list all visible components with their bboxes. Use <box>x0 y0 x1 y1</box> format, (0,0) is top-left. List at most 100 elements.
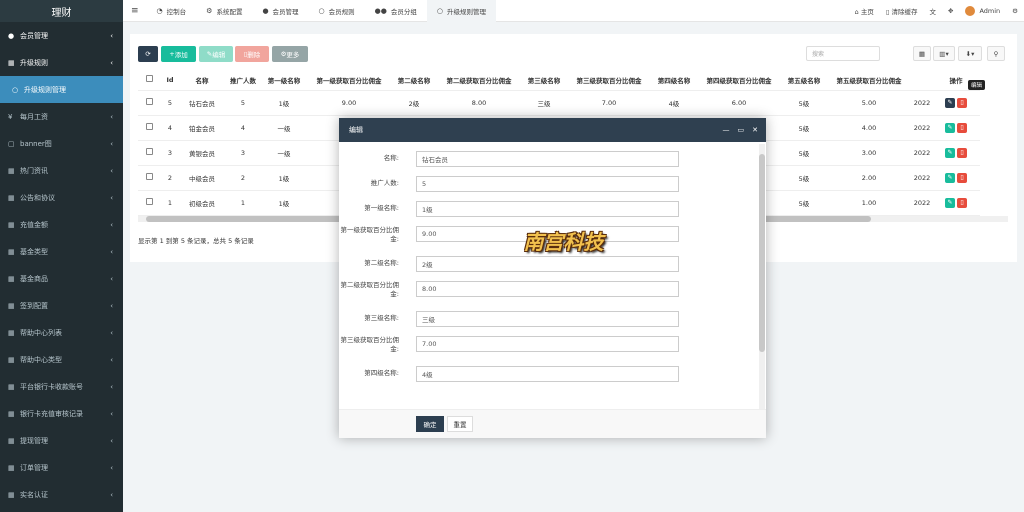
sidebar-item-17[interactable]: ▦ 实名认证 ‹ <box>0 481 123 508</box>
modal-scrollbar-thumb[interactable] <box>759 154 765 352</box>
clear-cache-button[interactable]: ▯ 清除缓存 <box>886 6 918 16</box>
sidebar-item-9[interactable]: ▦ 基金商品 ‹ <box>0 265 123 292</box>
minimize-icon[interactable]: — <box>723 126 730 134</box>
edit-button[interactable]: ✎ 编辑 <box>199 46 233 62</box>
search-input[interactable]: 搜索 <box>806 46 880 61</box>
select-all-checkbox-cell[interactable] <box>138 70 160 91</box>
tab-3[interactable]: ○ 会员规则 <box>309 0 365 22</box>
row-checkbox-cell[interactable] <box>138 165 160 191</box>
advanced-search-button[interactable]: ⚲ <box>987 46 1005 61</box>
reset-button[interactable]: 重置 <box>447 416 473 432</box>
sidebar-item-12[interactable]: ▦ 帮助中心类型 ‹ <box>0 346 123 373</box>
tab-2[interactable]: ● 会员管理 <box>252 0 308 22</box>
field-input[interactable]: 8.00 <box>416 281 679 297</box>
column-header[interactable]: 第四级名称 <box>652 70 696 91</box>
chevron-left-icon: ‹ <box>110 58 113 67</box>
sidebar-item-8[interactable]: ▦ 基金类型 ‹ <box>0 238 123 265</box>
sidebar-item-label: 实名认证 <box>20 490 48 499</box>
row-checkbox[interactable] <box>145 148 153 155</box>
sidebar-item-0[interactable]: ● 会员管理 ‹ <box>0 22 123 49</box>
table-cell: 5.00 <box>826 90 912 116</box>
circle-icon: ○ <box>436 6 443 15</box>
row-checkbox-cell[interactable] <box>138 90 160 116</box>
columns-dropdown-button[interactable]: ▥▾ <box>933 46 955 61</box>
column-header[interactable]: 第一级名称 <box>262 70 306 91</box>
row-checkbox-cell[interactable] <box>138 190 160 216</box>
table-cell: 一级 <box>262 140 306 166</box>
column-header[interactable]: 第五级名称 <box>782 70 826 91</box>
field-input[interactable]: 三级 <box>416 311 679 327</box>
row-checkbox[interactable] <box>145 98 153 105</box>
edit-row-button[interactable]: ✎ <box>945 122 955 133</box>
delete-button[interactable]: ▯ 删除 <box>235 46 269 62</box>
gear-icon[interactable]: ⚙ <box>1012 7 1018 15</box>
select-all-checkbox[interactable] <box>145 75 153 83</box>
delete-row-button[interactable]: ▯ <box>957 172 967 183</box>
field-input[interactable]: 4级 <box>416 366 679 382</box>
column-header[interactable]: 名称 <box>180 70 224 91</box>
more-button[interactable]: ⚙ 更多 <box>272 46 308 62</box>
tab-4[interactable]: ●● 会员分组 <box>365 0 427 22</box>
delete-row-button[interactable]: ▯ <box>957 97 967 108</box>
tab-5[interactable]: ○ 升级规则管理 <box>426 0 496 22</box>
field-input[interactable]: 1级 <box>416 201 679 217</box>
row-checkbox[interactable] <box>145 173 153 180</box>
fullscreen-icon[interactable]: ✥ <box>948 7 953 15</box>
column-header[interactable]: 第三级名称 <box>522 70 566 91</box>
sidebar-item-5[interactable]: ▦ 热门资讯 ‹ <box>0 157 123 184</box>
sidebar-toggle-button[interactable]: ≡ <box>123 0 147 22</box>
field-input[interactable]: 钻石会员 <box>416 151 679 167</box>
edit-row-button[interactable]: ✎ <box>945 172 955 183</box>
column-header[interactable]: 第二级获取百分比佣金 <box>436 70 522 91</box>
sidebar-item-14[interactable]: ▦ 银行卡充值审核记录 ‹ <box>0 400 123 427</box>
user-menu[interactable]: Admin <box>965 6 1000 16</box>
column-header[interactable]: 推广人数 <box>224 70 262 91</box>
field-input[interactable]: 5 <box>416 176 679 192</box>
sidebar-item-13[interactable]: ▦ 平台银行卡收款账号 ‹ <box>0 373 123 400</box>
sidebar-item-7[interactable]: ▦ 充值金额 ‹ <box>0 211 123 238</box>
sidebar-item-3[interactable]: ¥ 每月工资 ‹ <box>0 103 123 130</box>
row-checkbox-cell[interactable] <box>138 115 160 141</box>
column-header[interactable]: Id <box>160 70 180 91</box>
column-header[interactable]: 第二级名称 <box>392 70 436 91</box>
column-header[interactable] <box>912 70 932 91</box>
column-header[interactable]: 第三级获取百分比佣金 <box>566 70 652 91</box>
delete-row-button[interactable]: ▯ <box>957 197 967 208</box>
sidebar-item-4[interactable]: ▢ banner图 ‹ <box>0 130 123 157</box>
field-input[interactable]: 7.00 <box>416 336 679 352</box>
sidebar-item-10[interactable]: ▦ 签到配置 ‹ <box>0 292 123 319</box>
delete-row-button[interactable]: ▯ <box>957 122 967 133</box>
export-dropdown-button[interactable]: ⬇▾ <box>958 46 982 61</box>
sidebar-item-2[interactable]: ○ 升级规则管理 <box>0 76 123 103</box>
refresh-button[interactable]: ⟳ <box>138 46 158 62</box>
sidebar-item-6[interactable]: ▦ 公告和协议 ‹ <box>0 184 123 211</box>
home-link[interactable]: ⌂ 主页 <box>855 6 874 16</box>
sidebar-item-1[interactable]: ▦ 升级规则 ‹ <box>0 49 123 76</box>
confirm-button[interactable]: 确定 <box>416 416 444 432</box>
row-checkbox[interactable] <box>145 123 153 130</box>
column-header[interactable]: 第五级获取百分比佣金 <box>826 70 912 91</box>
delete-row-button[interactable]: ▯ <box>957 147 967 158</box>
field-input[interactable]: 2级 <box>416 256 679 272</box>
table-row[interactable]: 5 钻石会员 5 1级 9.00 2级 8.00 三级 7.00 4级 6.00 5级 5.00 2022… <box>138 90 980 116</box>
edit-row-button[interactable]: ✎ <box>945 147 955 158</box>
tab-0[interactable]: ◔ 控制台 <box>147 0 197 22</box>
row-checkbox[interactable] <box>145 198 153 205</box>
toggle-view-button[interactable]: ▦ <box>913 46 931 61</box>
close-icon[interactable]: ✕ <box>752 126 758 134</box>
tab-1[interactable]: ⚙ 系统配置 <box>196 0 252 22</box>
sidebar-item-15[interactable]: ▦ 提现管理 ‹ <box>0 427 123 454</box>
sidebar-item-11[interactable]: ▦ 帮助中心列表 ‹ <box>0 319 123 346</box>
add-button[interactable]: + 添加 <box>161 46 196 62</box>
edit-row-button[interactable]: ✎ <box>945 197 955 208</box>
column-header[interactable]: 第四级获取百分比佣金 <box>696 70 782 91</box>
list-icon: ▦ <box>8 463 15 472</box>
modal-scrollbar[interactable] <box>759 144 765 409</box>
sidebar-item-16[interactable]: ▦ 订单管理 ‹ <box>0 454 123 481</box>
translate-icon[interactable]: 文 <box>930 6 937 16</box>
maximize-icon[interactable]: ▭ <box>738 126 745 134</box>
column-header[interactable]: 第一级获取百分比佣金 <box>306 70 392 91</box>
row-checkbox-cell[interactable] <box>138 140 160 166</box>
edit-row-button[interactable]: ✎ <box>945 97 955 108</box>
chevron-left-icon: ‹ <box>110 436 113 445</box>
